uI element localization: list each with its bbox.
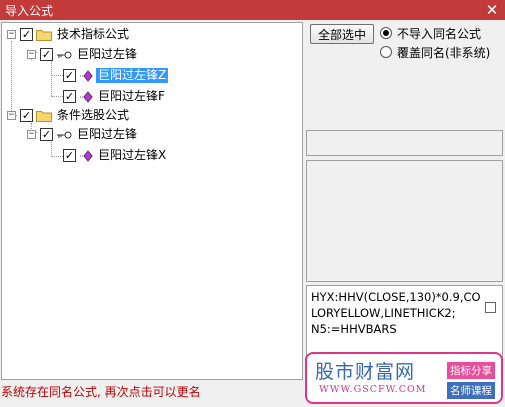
folder-icon [36, 111, 52, 122]
collapse-toggle-icon[interactable]: − [7, 30, 16, 39]
overwrite-duplicates-radio[interactable]: 覆盖同名(非系统) [380, 44, 490, 60]
leaf-checkbox[interactable]: ✓ [63, 69, 76, 82]
tree-formula-label: 巨阳过左锋 [77, 47, 138, 61]
collapse-toggle-icon[interactable]: − [27, 130, 36, 139]
watermark-tag-course: 名师课程 [447, 382, 495, 399]
tree-formula[interactable]: − ✓ 巨阳过左锋 [27, 46, 139, 63]
formula-code: HYX:HHV(CLOSE,130)*0.9,COLORYELLOW,LINET… [311, 290, 481, 336]
formula-tree[interactable]: − ✓ 技术指标公式 − ✓ 巨阳过左锋 ✓ 巨阳过左锋Z ✓ 巨阳过左锋F − [1, 22, 303, 380]
formula-checkbox[interactable]: ✓ [40, 48, 53, 61]
tree-formula-label: 巨阳过左锋 [77, 127, 138, 141]
folder-icon [36, 30, 52, 41]
leaf-checkbox[interactable]: ✓ [63, 90, 76, 103]
leaf-checkbox[interactable]: ✓ [63, 149, 76, 162]
tree-leaf[interactable]: ✓ 巨阳过左锋Z [63, 67, 170, 84]
preview-checkbox[interactable] [485, 302, 496, 313]
watermark-brand: 股市财富网 [315, 361, 416, 383]
close-icon[interactable]: ✕ [483, 1, 501, 19]
tree-formula[interactable]: − ✓ 巨阳过左锋 [27, 126, 139, 143]
key-icon [57, 51, 72, 58]
watermark-tag-share: 指标分享 [447, 362, 495, 379]
tree-group-indicator[interactable]: − ✓ 技术指标公式 [7, 26, 131, 43]
status-message: 系统存在同名公式, 再次点击可以更名 [1, 385, 201, 399]
tree-connector [11, 41, 12, 115]
collapse-toggle-icon[interactable]: − [27, 50, 36, 59]
diamond-icon [80, 149, 93, 162]
tree-connector [51, 96, 63, 97]
radio-label: 覆盖同名(非系统) [397, 45, 491, 60]
window-title: 导入公式 [5, 3, 54, 18]
watermark-url: WWW.GSCFW.COM [319, 384, 427, 395]
tree-group-label: 技术指标公式 [57, 27, 130, 41]
radio-label: 不导入同名公式 [397, 26, 482, 41]
radio-dot-icon[interactable] [380, 46, 392, 58]
key-icon [57, 131, 72, 138]
tree-leaf[interactable]: ✓ 巨阳过左锋F [63, 88, 167, 105]
watermark-logo: 股市财富网 WWW.GSCFW.COM 指标分享 名师课程 [305, 352, 503, 404]
select-all-button[interactable]: 全部选中 [310, 24, 374, 44]
collapse-toggle-icon[interactable]: − [7, 111, 16, 120]
tree-connector [51, 156, 63, 157]
group-checkbox[interactable]: ✓ [20, 28, 33, 41]
tree-leaf-label: 巨阳过左锋X [98, 148, 167, 162]
description-panel [306, 160, 503, 282]
formula-checkbox[interactable]: ✓ [40, 128, 53, 141]
skip-duplicates-radio[interactable]: 不导入同名公式 [380, 25, 481, 41]
info-field [306, 130, 503, 156]
radio-dot-icon[interactable] [380, 27, 392, 39]
tree-group-condition[interactable]: − ✓ 条件选股公式 [7, 107, 131, 124]
group-checkbox[interactable]: ✓ [20, 109, 33, 122]
diamond-icon [80, 90, 93, 103]
title-bar: 导入公式 ✕ [0, 0, 505, 20]
tree-leaf[interactable]: ✓ 巨阳过左锋X [63, 147, 168, 164]
tree-leaf-label: 巨阳过左锋F [98, 89, 165, 103]
tree-leaf-label: 巨阳过左锋Z [94, 67, 170, 84]
tree-connector [51, 75, 63, 76]
tree-group-label: 条件选股公式 [57, 108, 130, 122]
diamond-icon [80, 69, 93, 82]
